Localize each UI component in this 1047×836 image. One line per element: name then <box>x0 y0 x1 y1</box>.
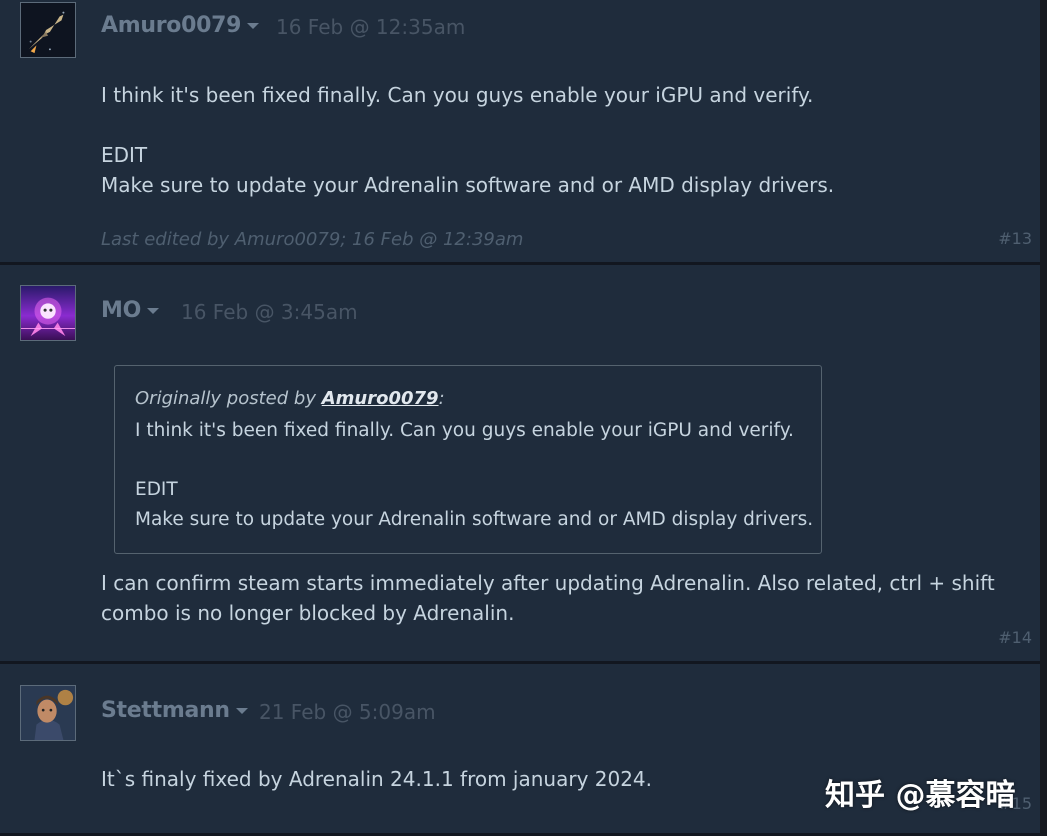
post-line: Make sure to update your Adrenalin softw… <box>101 173 835 197</box>
quote-line: Make sure to update your Adrenalin softw… <box>135 508 814 530</box>
author-name-text: Amuro0079 <box>101 13 242 38</box>
author-name[interactable]: Stettmann <box>101 698 248 723</box>
quote-author-link[interactable]: Amuro0079 <box>322 388 439 409</box>
watermark: 知乎 @慕容暗 <box>825 778 1016 813</box>
post-line: It`s finaly fixed by Adrenalin 24.1.1 fr… <box>101 767 653 791</box>
avatar[interactable] <box>20 685 76 741</box>
character-avatar-image <box>21 686 75 740</box>
post-number-link[interactable]: #13 <box>998 229 1032 248</box>
post-body: I can confirm steam starts immediately a… <box>101 568 995 628</box>
edited-note: Last edited by Amuro0079; 16 Feb @ 12:39… <box>101 229 524 250</box>
quote-body: I think it's been fixed finally. Can you… <box>135 416 813 534</box>
post-body: It`s finaly fixed by Adrenalin 24.1.1 fr… <box>101 764 652 794</box>
chevron-down-icon[interactable] <box>247 23 260 29</box>
forum-post: Amuro0079 16 Feb @ 12:35am I think it's … <box>0 0 1040 265</box>
quote-prefix: Originally posted by <box>135 388 322 409</box>
author-name-text: Stettmann <box>101 698 230 723</box>
quote-header: Originally posted by Amuro0079: <box>135 388 445 409</box>
post-date: 21 Feb @ 5:09am <box>259 700 436 724</box>
chevron-down-icon[interactable] <box>235 708 248 714</box>
rocket-avatar-image <box>21 3 75 57</box>
author-name[interactable]: MO <box>101 298 159 323</box>
quote-box: Originally posted by Amuro0079: I think … <box>114 365 822 554</box>
avatar[interactable] <box>20 285 76 341</box>
quote-line: I think it's been fixed finally. Can you… <box>135 420 794 441</box>
quote-line <box>135 446 813 476</box>
post-line: combo is no longer blocked by Adrenalin. <box>101 601 515 625</box>
forum-post: MO 16 Feb @ 3:45am Originally posted by … <box>0 265 1040 664</box>
author-name-text: MO <box>101 298 141 323</box>
post-date: 16 Feb @ 12:35am <box>276 15 466 39</box>
post-line: EDIT <box>101 143 148 167</box>
post-line <box>101 110 834 140</box>
avatar[interactable] <box>20 2 76 58</box>
post-line: I can confirm steam starts immediately a… <box>101 571 995 595</box>
post-body: I think it's been fixed finally. Can you… <box>101 80 834 200</box>
synthwave-avatar-image <box>21 286 75 340</box>
post-date: 16 Feb @ 3:45am <box>181 300 358 324</box>
author-name[interactable]: Amuro0079 <box>101 13 260 38</box>
chevron-down-icon[interactable] <box>147 308 159 314</box>
post-number-link[interactable]: #14 <box>998 628 1032 647</box>
quote-suffix: : <box>438 388 445 409</box>
post-line: I think it's been fixed finally. Can you… <box>101 83 814 107</box>
quote-line: EDIT <box>135 479 178 500</box>
